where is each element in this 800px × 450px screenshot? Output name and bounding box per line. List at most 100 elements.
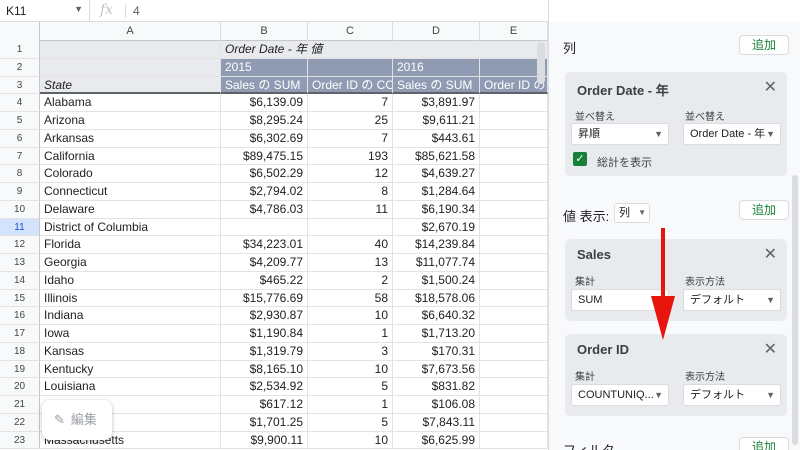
row-number[interactable]: 18 bbox=[0, 342, 40, 361]
row-number[interactable]: 21 bbox=[0, 396, 40, 414]
sales-2015-cell[interactable]: $1,319.79 bbox=[221, 342, 308, 361]
orders-2016-cell[interactable] bbox=[480, 254, 548, 272]
sales-2015-cell[interactable] bbox=[221, 218, 308, 237]
sales-2015-cell[interactable]: $1,190.84 bbox=[221, 325, 308, 343]
row-number[interactable]: 16 bbox=[0, 307, 40, 325]
orders-2015-cell[interactable]: 58 bbox=[308, 289, 393, 308]
orders-2015-cell[interactable] bbox=[308, 218, 393, 237]
state-cell[interactable]: District of Columbia bbox=[40, 218, 221, 237]
sales-2015-cell[interactable]: $2,534.92 bbox=[221, 378, 308, 396]
row-number[interactable]: 3 bbox=[0, 76, 40, 95]
state-cell[interactable]: Idaho bbox=[40, 271, 221, 290]
row-number[interactable]: 22 bbox=[0, 413, 40, 432]
orders-2016-cell[interactable] bbox=[480, 236, 548, 254]
row-number[interactable]: 15 bbox=[0, 289, 40, 308]
sort-by-select[interactable]: Order Date - 年 ▼ bbox=[683, 123, 781, 145]
sales-2015-cell[interactable]: $8,165.10 bbox=[221, 360, 308, 379]
state-cell[interactable]: Connecticut bbox=[40, 183, 221, 201]
state-header[interactable]: State bbox=[40, 76, 221, 95]
close-icon[interactable]: ✕ bbox=[764, 244, 777, 264]
orders-2015-cell[interactable]: 193 bbox=[308, 147, 393, 166]
state-cell[interactable]: Louisiana bbox=[40, 378, 221, 396]
orders-2016-cell[interactable] bbox=[480, 378, 548, 396]
sales-2015-cell[interactable]: $2,930.87 bbox=[221, 307, 308, 325]
sales-2016-cell[interactable]: $7,673.56 bbox=[393, 360, 480, 379]
sales-2015-cell[interactable]: $4,786.03 bbox=[221, 200, 308, 219]
row-number[interactable]: 9 bbox=[0, 183, 40, 201]
orders-2016-cell[interactable] bbox=[480, 271, 548, 290]
sales-2016-cell[interactable]: $18,578.06 bbox=[393, 289, 480, 308]
orders-2016-cell[interactable] bbox=[480, 325, 548, 343]
column-header-c[interactable]: C bbox=[308, 22, 393, 41]
row-number[interactable]: 20 bbox=[0, 378, 40, 396]
state-cell[interactable]: Arkansas bbox=[40, 129, 221, 148]
show-as-select[interactable]: デフォルト ▼ bbox=[683, 289, 781, 311]
orders-2015-cell[interactable]: 2 bbox=[308, 271, 393, 290]
orders-2016-cell[interactable] bbox=[480, 360, 548, 379]
orders-2016-cell[interactable] bbox=[480, 165, 548, 183]
sales-2015-cell[interactable]: $2,794.02 bbox=[221, 183, 308, 201]
state-cell[interactable]: Iowa bbox=[40, 325, 221, 343]
values-display-select[interactable]: 列 ▼ bbox=[614, 203, 650, 223]
state-cell[interactable]: Alabama bbox=[40, 94, 221, 112]
state-cell[interactable]: California bbox=[40, 147, 221, 166]
row-number[interactable]: 11 bbox=[0, 218, 40, 237]
state-cell[interactable]: Georgia bbox=[40, 254, 221, 272]
orders-2015-cell[interactable]: 10 bbox=[308, 360, 393, 379]
row-number[interactable]: 6 bbox=[0, 129, 40, 148]
orders-2016-cell[interactable] bbox=[480, 183, 548, 201]
orders-2016-cell[interactable] bbox=[480, 112, 548, 130]
aggregate-select[interactable]: COUNTUNIQ... ▼ bbox=[571, 384, 669, 406]
sales-2016-cell[interactable]: $2,670.19 bbox=[393, 218, 480, 237]
orders-2015-cell[interactable]: 25 bbox=[308, 112, 393, 130]
state-cell[interactable]: Colorado bbox=[40, 165, 221, 183]
sales-2015-cell[interactable]: $6,139.09 bbox=[221, 94, 308, 112]
row-number[interactable]: 1 bbox=[0, 41, 40, 59]
cell[interactable] bbox=[40, 58, 221, 77]
row-number[interactable]: 7 bbox=[0, 147, 40, 166]
year-header-2016[interactable]: 2016 bbox=[393, 58, 480, 77]
row-number[interactable]: 8 bbox=[0, 165, 40, 183]
sales-2015-cell[interactable]: $6,302.69 bbox=[221, 129, 308, 148]
column-header-b[interactable]: B bbox=[221, 22, 308, 41]
value-header[interactable]: Sales の SUM bbox=[393, 76, 480, 95]
state-cell[interactable]: Illinois bbox=[40, 289, 221, 308]
sales-2015-cell[interactable]: $1,701.25 bbox=[221, 413, 308, 432]
state-cell[interactable]: Indiana bbox=[40, 307, 221, 325]
vertical-scrollbar[interactable] bbox=[537, 42, 545, 84]
cell[interactable] bbox=[40, 41, 221, 59]
add-value-button[interactable]: 追加 bbox=[739, 200, 789, 220]
orders-2015-cell[interactable]: 13 bbox=[308, 254, 393, 272]
sales-2016-cell[interactable]: $6,625.99 bbox=[393, 431, 480, 450]
sales-2016-cell[interactable]: $6,640.32 bbox=[393, 307, 480, 325]
orders-2016-cell[interactable] bbox=[480, 147, 548, 166]
sales-2016-cell[interactable]: $6,190.34 bbox=[393, 200, 480, 219]
sales-2016-cell[interactable]: $1,713.20 bbox=[393, 325, 480, 343]
state-cell[interactable]: Arizona bbox=[40, 112, 221, 130]
formula-input[interactable]: 4 bbox=[133, 4, 140, 18]
orders-2015-cell[interactable]: 10 bbox=[308, 431, 393, 450]
sales-2015-cell[interactable]: $9,900.11 bbox=[221, 431, 308, 450]
row-number[interactable]: 13 bbox=[0, 254, 40, 272]
show-as-select[interactable]: デフォルト ▼ bbox=[683, 384, 781, 406]
sales-2016-cell[interactable]: $831.82 bbox=[393, 378, 480, 396]
column-header-e[interactable]: E bbox=[480, 22, 548, 41]
orders-2016-cell[interactable] bbox=[480, 413, 548, 432]
sales-2016-cell[interactable]: $9,611.21 bbox=[393, 112, 480, 130]
sales-2015-cell[interactable]: $15,776.69 bbox=[221, 289, 308, 308]
sales-2016-cell[interactable]: $14,239.84 bbox=[393, 236, 480, 254]
sales-2016-cell[interactable]: $11,077.74 bbox=[393, 254, 480, 272]
row-number[interactable]: 14 bbox=[0, 271, 40, 290]
sales-2016-cell[interactable]: $1,284.64 bbox=[393, 183, 480, 201]
sales-2015-cell[interactable]: $89,475.15 bbox=[221, 147, 308, 166]
sales-2016-cell[interactable]: $170.31 bbox=[393, 342, 480, 361]
sales-2016-cell[interactable]: $443.61 bbox=[393, 129, 480, 148]
sales-2015-cell[interactable]: $4,209.77 bbox=[221, 254, 308, 272]
value-header[interactable]: Sales の SUM bbox=[221, 76, 308, 95]
column-header-a[interactable]: A bbox=[40, 22, 221, 41]
name-box[interactable]: K11 ▼ bbox=[0, 0, 90, 22]
sort-order-select[interactable]: 昇順 ▼ bbox=[571, 123, 669, 145]
orders-2016-cell[interactable] bbox=[480, 307, 548, 325]
orders-2015-cell[interactable]: 7 bbox=[308, 129, 393, 148]
orders-2016-cell[interactable] bbox=[480, 200, 548, 219]
